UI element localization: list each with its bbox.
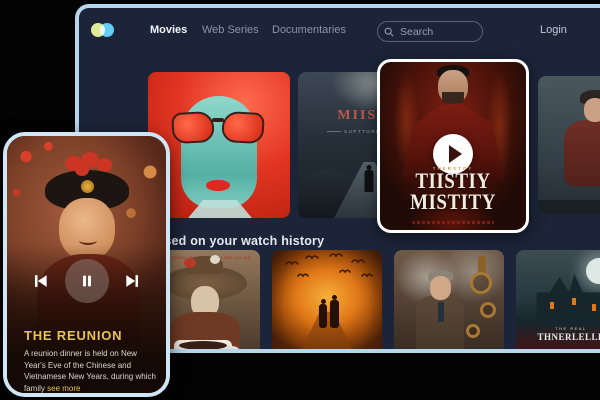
login-button[interactable]: Login	[540, 24, 567, 36]
logo-circle-blue	[100, 23, 114, 37]
poster-art-beard	[442, 92, 464, 104]
poster-art-tie	[438, 302, 444, 322]
search-input[interactable]	[398, 25, 476, 39]
poster-art-machine-gauge	[480, 302, 496, 318]
app-logo-icon[interactable]	[91, 23, 115, 37]
poster-art-silhouette	[566, 350, 576, 353]
featured-poster-tiistiy-mistity[interactable]: THERSTOY TIISTIY MISTITY	[377, 59, 529, 233]
poster-art-flower	[184, 258, 196, 268]
screenshot-stage: Movies Web Series Documentaries Login	[0, 0, 600, 400]
search-icon	[384, 27, 394, 37]
skip-previous-icon[interactable]	[30, 271, 50, 291]
poster-art-window-light	[550, 302, 554, 309]
movie-description-text: A reunion dinner is held on New Year's E…	[24, 349, 156, 393]
poster-art-coffee	[179, 341, 227, 350]
pause-button[interactable]	[65, 259, 109, 303]
poster-art-glasses-bridge	[212, 118, 224, 122]
poster-art-head	[584, 98, 600, 122]
featured-title-line1: TIISTIY	[380, 171, 526, 193]
poster-art-collar	[178, 200, 262, 218]
poster-art-floor	[538, 200, 600, 214]
watch-history-heading: Based on your watch history	[148, 234, 324, 248]
movie-description: A reunion dinner is held on New Year's E…	[24, 348, 158, 394]
poster-art-walking-figure	[365, 170, 374, 192]
playback-controls	[7, 259, 166, 305]
poster-art-vignette	[272, 250, 382, 353]
pause-icon	[79, 273, 95, 289]
nav-item-documentaries[interactable]: Documentaries	[272, 24, 346, 36]
poster-art-sunglass-lens	[171, 111, 215, 144]
poster-steampunk-man[interactable]	[394, 250, 504, 353]
poster-haunted-house[interactable]: THE REAL THNERLELLE	[516, 250, 600, 353]
poster-art-lips	[206, 180, 230, 191]
mobile-player-card[interactable]: THE REUNION A reunion dinner is held on …	[3, 132, 170, 397]
poster-sitting-man[interactable]: MI	[538, 76, 600, 214]
see-more-link[interactable]: see more	[47, 384, 80, 393]
nav-item-movies[interactable]: Movies	[150, 24, 187, 36]
nav-item-web-series[interactable]: Web Series	[202, 24, 259, 36]
poster-art-head	[430, 276, 451, 300]
featured-title-line2: MISTITY	[380, 192, 526, 214]
poster-art-machine-gauge	[466, 324, 480, 338]
poster-orange-road[interactable]	[272, 250, 382, 353]
search-box[interactable]	[377, 21, 483, 42]
poster-art-flower	[210, 255, 220, 264]
skip-next-icon[interactable]	[123, 271, 143, 291]
poster-art-sunglass-lens	[221, 111, 265, 144]
poster-art-machine-gauge	[470, 272, 492, 294]
poster-art-jacket	[564, 120, 600, 186]
movie-title: THE REUNION	[24, 328, 122, 343]
haunted-poster-kicker: THE REAL	[516, 326, 600, 331]
poster-art-moon	[586, 258, 600, 284]
poster-art-window-light	[572, 298, 576, 305]
haunted-poster-title: THNERLELLE	[516, 332, 600, 342]
poster-art-window-light	[592, 304, 596, 311]
featured-credits-line	[412, 221, 494, 224]
top-navigation: Movies Web Series Documentaries Login	[79, 8, 600, 52]
